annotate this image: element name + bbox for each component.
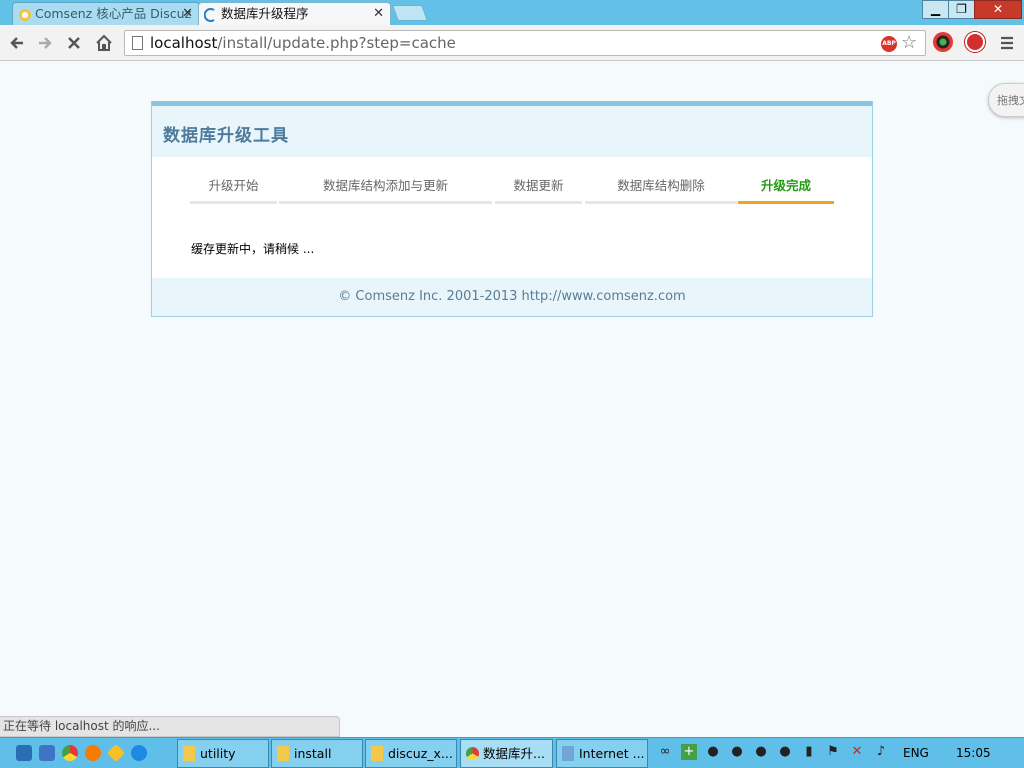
tray-qq-icon[interactable]: ● [705,744,721,760]
bookmark-star-icon[interactable]: ☆ [901,32,917,53]
windows-taskbar: utility install discuz_x... 数据库升... Inte… [0,737,1024,768]
extension-stop-icon[interactable] [965,32,985,52]
show-desktop-icon[interactable] [16,745,32,761]
close-window-button[interactable]: ✕ [974,0,1022,19]
taskbar-item-discuz[interactable]: discuz_x... [365,739,457,768]
tab-title: Comsenz 核心产品 Discuz [35,6,192,21]
tab-title: 数据库升级程序 [221,6,309,21]
step-indicator: 升级开始 数据库结构添加与更新 数据更新 数据库结构删除 升级完成 [152,174,872,204]
network-icon [562,746,574,761]
minimize-button[interactable]: ▁ [922,0,949,19]
tray-flag-icon[interactable]: ⚑ [825,744,841,760]
chrome-icon [466,747,479,760]
tray-safe-remove-icon[interactable]: ▮ [801,744,817,760]
folder-icon [277,746,289,761]
new-tab-button[interactable] [392,5,428,21]
tab-close-icon[interactable]: ✕ [373,3,384,25]
page-icon [132,36,143,50]
tray-qq-icon[interactable]: ● [753,744,769,760]
ie-tab-icon[interactable] [106,743,126,763]
home-icon[interactable] [93,32,115,54]
drag-cloud-widget[interactable]: 拖拽文 [988,83,1024,117]
computer-icon[interactable] [39,745,55,761]
internet-explorer-icon[interactable] [131,745,147,761]
menu-icon[interactable] [996,32,1018,54]
panel-footer: © Comsenz Inc. 2001-2013 http://www.coms… [152,278,872,316]
address-bar[interactable]: localhost/install/update.php?step=cache … [124,30,926,56]
tab-upgrade[interactable]: 数据库升级程序 ✕ [198,2,391,25]
step-start: 升级开始 [190,174,277,204]
browser-toolbar: localhost/install/update.php?step=cache … [0,25,1024,61]
tray-qq-icon[interactable]: ● [729,744,745,760]
stop-loading-icon[interactable] [63,32,85,54]
step-structure-delete: 数据库结构删除 [585,174,737,204]
loading-spinner-icon [203,7,218,22]
input-language[interactable]: ENG [903,738,929,768]
folder-icon [183,746,195,761]
tray-volume-icon[interactable]: ♪ [873,744,889,760]
system-clock[interactable]: 15:05 [956,738,991,768]
browser-titlebar: Comsenz 核心产品 Discuz ✕ 数据库升级程序 ✕ ▁ ❐ ✕ [0,0,1024,25]
status-message: 缓存更新中，请稍候 ... [191,242,315,256]
adblock-icon[interactable]: ABP [881,36,897,52]
tab-close-icon[interactable]: ✕ [182,3,193,25]
taskbar-item-internet[interactable]: Internet ... [556,739,648,768]
back-arrow-icon[interactable] [6,32,28,54]
maximize-button[interactable]: ❐ [948,0,975,19]
panel-header: 数据库升级工具 [152,106,872,157]
step-data-update: 数据更新 [495,174,582,204]
firefox-icon[interactable] [85,745,101,761]
tray-360-icon[interactable]: + [681,744,697,760]
loading-status-bar: 正在等待 localhost 的响应... [0,716,340,737]
step-complete: 升级完成 [738,174,834,204]
taskbar-item-utility[interactable]: utility [177,739,269,768]
forward-arrow-icon[interactable] [34,32,56,54]
address-url[interactable]: localhost/install/update.php?step=cache [150,34,456,52]
step-structure-update: 数据库结构添加与更新 [279,174,492,204]
tray-qq-icon[interactable]: ● [777,744,793,760]
folder-icon [371,746,383,761]
taskbar-item-chrome[interactable]: 数据库升... [460,739,553,768]
installer-panel: 数据库升级工具 升级开始 数据库结构添加与更新 数据更新 数据库结构删除 升级完… [151,101,873,317]
chrome-icon[interactable] [62,745,78,761]
extension-camera-icon[interactable] [933,32,953,52]
taskbar-item-install[interactable]: install [271,739,363,768]
tray-glasses-icon[interactable]: ∞ [657,744,673,760]
tab-comsenz[interactable]: Comsenz 核心产品 Discuz ✕ [12,2,200,25]
tray-network-error-icon[interactable]: ✕ [849,744,865,760]
comsenz-favicon-icon [18,7,32,21]
page-title: 数据库升级工具 [163,126,289,146]
